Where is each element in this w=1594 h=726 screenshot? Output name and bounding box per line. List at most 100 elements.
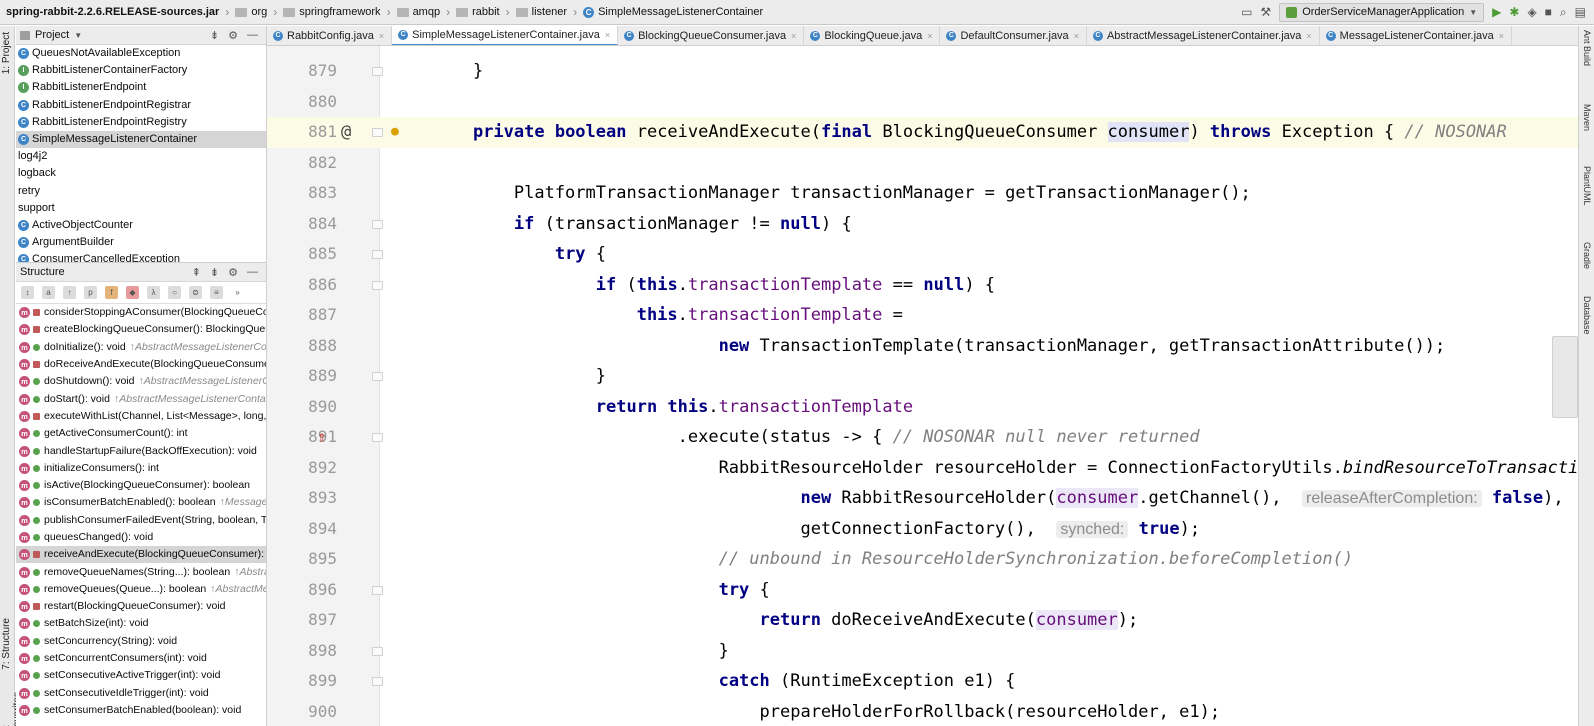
editor-tab[interactable]: C RabbitConfig.java × xyxy=(267,26,393,45)
editor-tab[interactable]: C MessageListenerContainer.java × xyxy=(1320,26,1513,45)
show-anonymous-icon[interactable]: ○ xyxy=(168,286,181,299)
project-panel-title[interactable]: Project xyxy=(35,29,69,41)
structure-item[interactable]: m createBlockingQueueConsumer(): Blocking… xyxy=(16,321,266,338)
project-tree-item[interactable]: C RabbitListenerEndpointRegistrar xyxy=(16,97,266,114)
structure-item[interactable]: m removeQueues(Queue...): boolean ↑Abstrac… xyxy=(16,581,266,598)
project-tree-item[interactable]: support xyxy=(16,200,266,217)
close-icon[interactable]: × xyxy=(927,31,932,41)
run-configuration-selector[interactable]: OrderServiceManagerApplication ▼ xyxy=(1279,2,1485,22)
fold-marker-icon[interactable] xyxy=(372,646,383,656)
project-tree-item[interactable]: I RabbitListenerContainerFactory xyxy=(16,62,266,79)
chevron-down-icon[interactable]: ▼ xyxy=(74,31,82,40)
fold-marker-icon[interactable] xyxy=(372,585,383,595)
structure-item[interactable]: m setConsecutiveActiveTrigger(int): void xyxy=(16,667,266,684)
fold-marker-icon[interactable] xyxy=(372,67,383,76)
project-tree-item[interactable]: C SimpleMessageListenerContainer xyxy=(16,130,266,149)
fold-marker-icon[interactable] xyxy=(372,219,383,229)
search-icon[interactable]: ⌕ xyxy=(1560,5,1567,20)
fold-marker-icon[interactable] xyxy=(372,280,383,290)
show-lambdas-icon[interactable]: λ xyxy=(147,286,160,299)
show-non-public-icon[interactable]: ◆ xyxy=(126,286,139,299)
lightbulb-icon[interactable]: ● xyxy=(391,117,399,148)
coverage-icon[interactable]: ◈ xyxy=(1527,5,1536,19)
breadcrumb-item[interactable]: spring-rabbit-2.2.6.RELEASE-sources.jar xyxy=(6,6,219,18)
structure-item[interactable]: m doShutdown(): void ↑AbstractMessageListe… xyxy=(16,373,266,390)
structure-item[interactable]: m initializeConsumers(): int xyxy=(16,460,266,477)
project-tree-item[interactable]: C QueuesNotAvailableException xyxy=(16,45,266,62)
database-tool-button[interactable]: Database xyxy=(1582,296,1592,335)
layout-icon[interactable]: ▭ xyxy=(1241,5,1252,19)
structure-item[interactable]: m removeQueueNames(String...): boolean ↑Ab… xyxy=(16,563,266,580)
editor-tab[interactable]: C BlockingQueue.java × xyxy=(804,26,941,45)
project-tool-button[interactable]: 1: Project xyxy=(1,32,12,74)
more-icon[interactable]: » xyxy=(231,286,244,299)
fold-marker-icon[interactable] xyxy=(372,128,383,137)
breadcrumb-item[interactable]: listener xyxy=(515,6,567,18)
fold-marker-icon[interactable] xyxy=(372,433,383,442)
project-tree-item[interactable]: C ActiveObjectCounter xyxy=(16,217,266,234)
editor-tab[interactable]: C SimpleMessageListenerContainer.java × xyxy=(392,26,619,45)
ant-build-tool-button[interactable]: Ant Build xyxy=(1582,30,1592,66)
structure-tool-button[interactable]: 7: Structure xyxy=(1,618,12,670)
structure-item[interactable]: m executeWithList(Channel, List<Message>,… xyxy=(16,408,266,425)
stop-icon[interactable]: ■ xyxy=(1545,5,1552,19)
collapse-all-icon[interactable]: ⇟ xyxy=(210,29,219,42)
project-tree-item[interactable]: log4j2 xyxy=(16,148,266,165)
hide-icon[interactable]: — xyxy=(247,266,258,279)
project-tree-item[interactable]: I RabbitListenerEndpoint xyxy=(16,79,266,96)
structure-item[interactable]: m setConsumerBatchEnabled(boolean): void xyxy=(16,702,266,719)
structure-item[interactable]: m receiveAndExecute(BlockingQueueConsumer… xyxy=(16,546,266,564)
structure-item[interactable]: m publishConsumerFailedEvent(String, bool… xyxy=(16,512,266,529)
sort-alphabetically-icon[interactable]: a xyxy=(42,286,55,299)
collapse-icon[interactable]: ⇟ xyxy=(210,266,219,279)
close-icon[interactable]: × xyxy=(1074,31,1079,41)
structure-item[interactable]: m queuesChanged(): void xyxy=(16,529,266,546)
structure-item[interactable]: m handleStartupFailure(BackOffExecution):… xyxy=(16,442,266,459)
show-inherited-icon[interactable]: ↑ xyxy=(63,286,76,299)
fold-marker-icon[interactable] xyxy=(372,250,383,259)
gear-icon[interactable]: ⚙ xyxy=(228,29,238,42)
editor-scrollbar-thumb[interactable] xyxy=(1552,336,1578,418)
structure-item[interactable]: m isActive(BlockingQueueConsumer): boolea… xyxy=(16,477,266,494)
sort-by-visibility-icon[interactable]: ↕ xyxy=(21,286,34,299)
structure-item[interactable]: m setBatchSize(int): void xyxy=(16,615,266,632)
maven-tool-button[interactable]: Maven xyxy=(1582,104,1592,131)
autoscroll-icon[interactable]: ⊜ xyxy=(189,286,202,299)
project-tree-item[interactable]: logback xyxy=(16,165,266,182)
structure-item[interactable]: m setConsecutiveIdleTrigger(int): void xyxy=(16,685,266,702)
gradle-tool-button[interactable]: Gradle xyxy=(1582,242,1592,269)
project-tree-item[interactable]: retry xyxy=(16,183,266,200)
code-editor[interactable]: 879 } 880 881 @ ● private boolean receiveAnd… xyxy=(267,46,1578,726)
close-icon[interactable]: × xyxy=(791,31,796,41)
debug-icon[interactable]: ✱ xyxy=(1509,5,1519,19)
structure-item[interactable]: m getActiveConsumerCount(): int xyxy=(16,425,266,442)
hide-icon[interactable]: — xyxy=(247,29,258,42)
structure-item[interactable]: m restart(BlockingQueueConsumer): void xyxy=(16,598,266,615)
close-icon[interactable]: × xyxy=(1306,31,1311,41)
gear-icon[interactable]: ⚙ xyxy=(228,266,238,279)
project-tree-item[interactable]: C RabbitListenerEndpointRegistry xyxy=(16,114,266,131)
breadcrumb-item[interactable]: springframework xyxy=(283,6,381,18)
implemented-arrow-icon[interactable]: ⇑ xyxy=(317,422,327,453)
editor-tab[interactable]: C DefaultConsumer.java × xyxy=(940,26,1087,45)
structure-item[interactable]: m setConcurrency(String): void xyxy=(16,633,266,650)
close-icon[interactable]: × xyxy=(379,31,384,41)
close-icon[interactable]: × xyxy=(1499,31,1504,41)
structure-item[interactable]: m doInitialize(): void ↑AbstractMessageLis… xyxy=(16,339,266,356)
run-icon[interactable]: ▶ xyxy=(1492,5,1501,19)
annotation-at-icon[interactable]: @ xyxy=(341,117,351,148)
structure-view-icon[interactable]: ▤ xyxy=(1575,5,1586,19)
show-properties-icon[interactable]: p xyxy=(84,286,97,299)
plantuml-tool-button[interactable]: PlantUML xyxy=(1582,166,1592,206)
project-tree-item[interactable]: C ArgumentBuilder xyxy=(16,234,266,251)
fold-marker-icon[interactable] xyxy=(372,677,383,686)
structure-item[interactable]: m isConsumerBatchEnabled(): boolean ↑Messa… xyxy=(16,494,266,511)
structure-item[interactable]: m doReceiveAndExecute(BlockingQueueConsum… xyxy=(16,356,266,373)
editor-tab[interactable]: C AbstractMessageListenerContainer.java × xyxy=(1087,26,1320,45)
close-icon[interactable]: × xyxy=(605,30,610,40)
expand-all-icon[interactable]: ≡ xyxy=(210,286,223,299)
editor-tab[interactable]: C BlockingQueueConsumer.java × xyxy=(618,26,805,45)
structure-item[interactable]: m considerStoppingAConsumer(BlockingQueue… xyxy=(16,304,266,321)
structure-item[interactable]: m setConcurrentConsumers(int): void xyxy=(16,650,266,667)
show-fields-icon[interactable]: f xyxy=(105,286,118,299)
